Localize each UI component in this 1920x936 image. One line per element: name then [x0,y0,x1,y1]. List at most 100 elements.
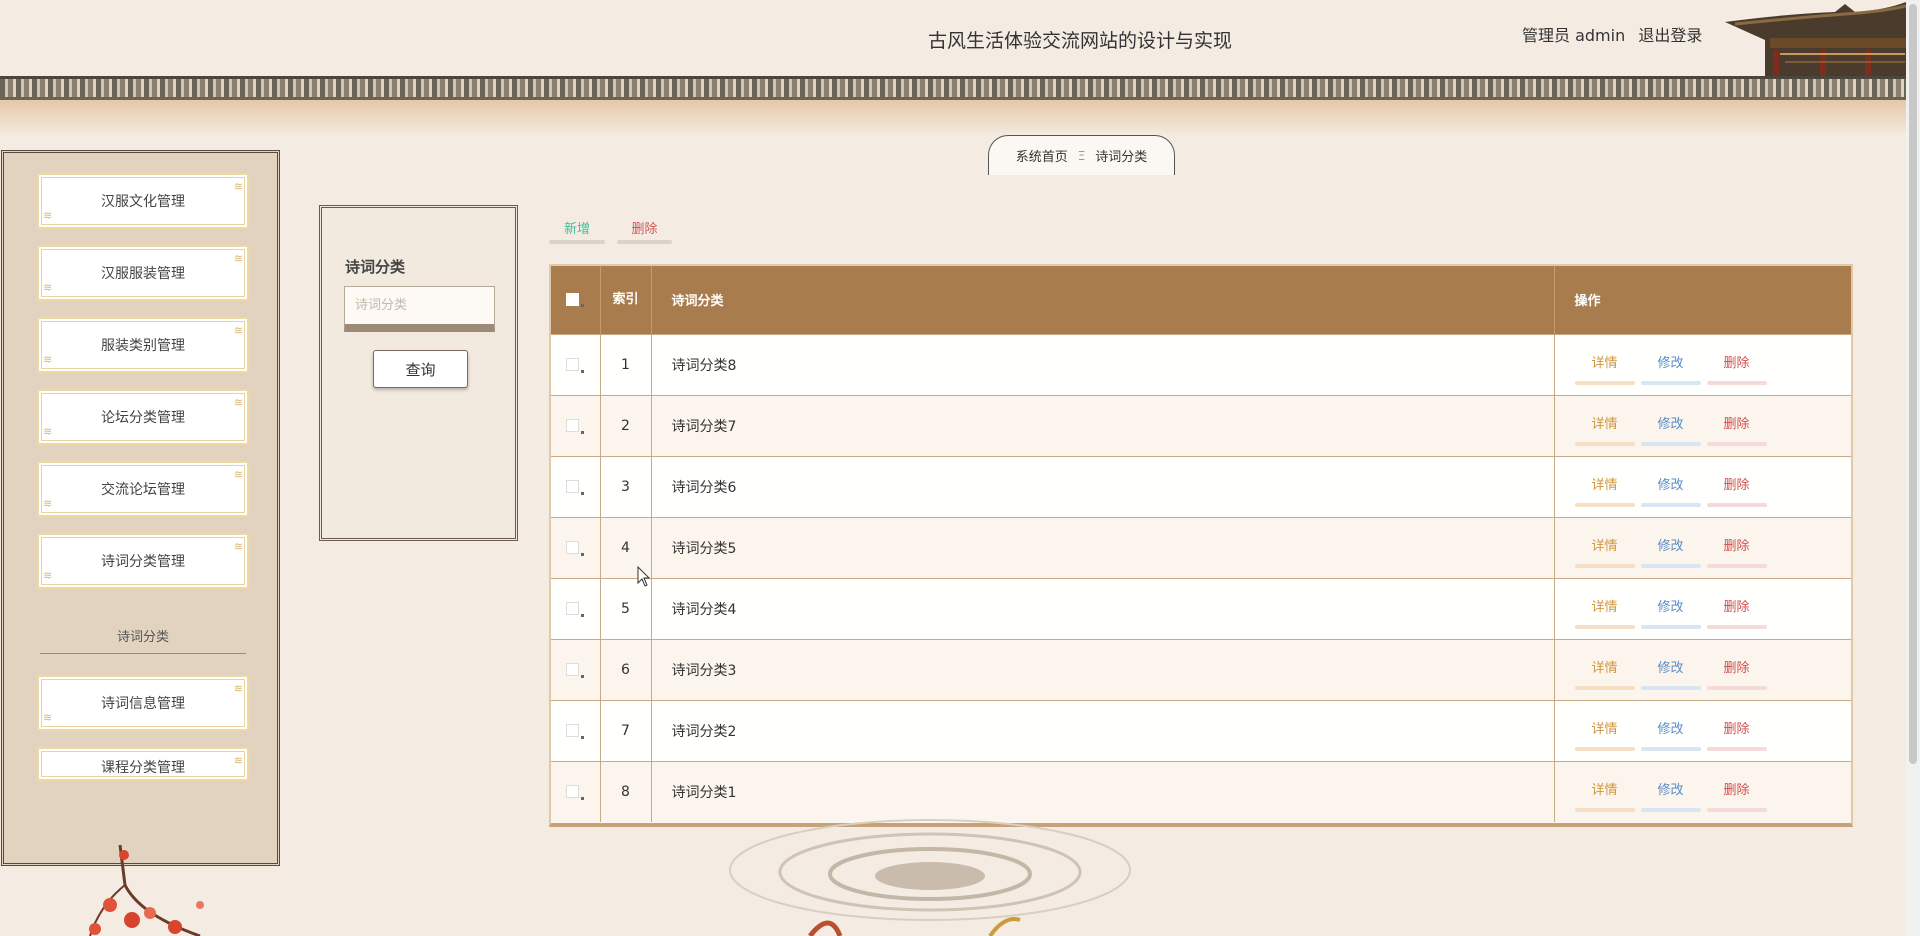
index-column-header: 索引 [600,266,652,334]
delete-button[interactable]: 删除 [1706,413,1767,446]
row-checkbox[interactable] [566,419,580,432]
sidebar-menu[interactable]: ≋ 汉服文化管理 ≋ ≋ 汉服服装管理 ≋ ≋ 服装类别管理 ≋ ≋ 论坛分类管… [1,150,280,866]
detail-button[interactable]: 详情 [1574,352,1635,385]
row-check-cell [551,761,601,822]
detail-button[interactable]: 详情 [1574,657,1635,690]
row-actions: 详情 修改 删除 [1554,578,1851,639]
edit-button[interactable]: 修改 [1640,535,1701,568]
current-user-label: 管理员 admin [1522,26,1626,45]
detail-button[interactable]: 详情 [1574,779,1635,813]
add-button[interactable]: 新增 [549,212,605,244]
dot-icon [581,430,585,434]
row-name: 诗词分类7 [651,395,1555,456]
dot-icon [581,613,585,617]
page-scrollbar[interactable] [1906,0,1920,936]
scrollbar-thumb[interactable] [1909,4,1917,764]
detail-button[interactable]: 详情 [1574,474,1635,507]
sidebar-item-label: 论坛分类管理 [101,410,185,426]
row-checkbox[interactable] [566,358,580,371]
table-row: 1 诗词分类8 详情 修改 删除 [551,334,1851,395]
sidebar-item-hanfu-clothing[interactable]: ≋ 汉服服装管理 ≋ [37,245,249,301]
cloud-swirl-icon: ≋ [43,281,53,294]
sidebar-group-label[interactable]: 诗词分类 [37,626,249,645]
edit-button[interactable]: 修改 [1640,596,1701,629]
sidebar-item-label: 汉服文化管理 [101,194,185,210]
edit-button[interactable]: 修改 [1640,352,1701,385]
edit-button[interactable]: 修改 [1640,718,1701,751]
edit-button[interactable]: 修改 [1640,657,1701,690]
user-box: 管理员 admin 退出登录 [1522,22,1702,46]
detail-button[interactable]: 详情 [1574,535,1635,568]
row-check-cell [551,700,601,761]
detail-button[interactable]: 详情 [1574,596,1635,629]
row-checkbox[interactable] [566,480,580,493]
dot-icon [581,304,585,308]
row-checkbox[interactable] [566,785,580,799]
row-actions: 详情 修改 删除 [1554,700,1851,761]
row-check-cell [551,578,601,639]
table-row: 2 诗词分类7 详情 修改 删除 [551,395,1851,456]
row-index: 1 [600,334,652,395]
row-check-cell [551,456,601,517]
search-input[interactable] [344,286,495,332]
edit-button[interactable]: 修改 [1640,413,1701,446]
dot-icon [581,674,585,678]
row-name: 诗词分类3 [651,639,1555,700]
table-row: 4 诗词分类5 详情 修改 删除 [551,517,1851,578]
sidebar-divider [40,653,246,654]
query-button[interactable]: 查询 [373,350,468,388]
breadcrumb-home-link[interactable]: 系统首页 [1016,146,1068,165]
delete-button[interactable]: 删除 [1706,718,1767,751]
delete-button[interactable]: 删除 [1706,596,1767,629]
row-index: 3 [600,456,652,517]
sidebar-item-label: 交流论坛管理 [101,482,185,498]
sidebar-item-course-category[interactable]: ≋ 课程分类管理 [37,747,249,781]
delete-button[interactable]: 删除 [1706,352,1767,385]
batch-delete-button[interactable]: 删除 [617,212,672,244]
row-check-cell [551,395,601,456]
great-wall-border-decoration [0,76,1906,100]
ink-wash-band [0,100,1906,136]
cloud-swirl-icon: ≋ [233,540,243,553]
row-check-cell [551,334,601,395]
mouse-cursor-icon [637,566,651,587]
sidebar-item-forum-category[interactable]: ≋ 论坛分类管理 ≋ [37,389,249,445]
sidebar-item-clothing-category[interactable]: ≋ 服装类别管理 ≋ [37,317,249,373]
sidebar-item-poetry-info[interactable]: ≋ 诗词信息管理 ≋ [37,675,249,731]
table-row: 5 诗词分类4 详情 修改 删除 [551,578,1851,639]
site-header: 古风生活体验交流网站的设计与实现 管理员 admin 退出登录 [0,0,1906,80]
sidebar-item-poetry-category[interactable]: ≋ 诗词分类管理 ≋ [37,533,249,589]
delete-button[interactable]: 删除 [1706,657,1767,690]
delete-button[interactable]: 删除 [1706,535,1767,568]
edit-button[interactable]: 修改 [1640,474,1701,507]
select-all-checkbox[interactable] [566,293,580,307]
cloud-swirl-icon: ≋ [43,497,53,510]
sidebar-item-label: 诗词分类管理 [101,554,185,570]
cloud-swirl-icon: ≋ [233,396,243,409]
table-row: 7 诗词分类2 详情 修改 删除 [551,700,1851,761]
cloud-swirl-icon: ≋ [233,754,243,767]
row-checkbox[interactable] [566,724,580,737]
detail-button[interactable]: 详情 [1574,413,1635,446]
poetry-category-table: 索引 诗词分类 操作 1 诗词分类8 详情 修改 删除 2 诗词分类7 详情 修改 删除 [549,264,1853,827]
row-checkbox[interactable] [566,602,580,615]
row-check-cell [551,517,601,578]
cloud-swirl-icon: ≋ [233,324,243,337]
sidebar-item-hanfu-culture[interactable]: ≋ 汉服文化管理 ≋ [37,173,249,229]
row-name: 诗词分类2 [651,700,1555,761]
logout-link[interactable]: 退出登录 [1638,26,1702,45]
sidebar-item-forum[interactable]: ≋ 交流论坛管理 ≋ [37,461,249,517]
select-all-header [551,266,601,334]
row-name: 诗词分类8 [651,334,1555,395]
row-checkbox[interactable] [566,541,580,554]
row-check-cell [551,639,601,700]
row-checkbox[interactable] [566,663,580,676]
water-ripple-decoration [729,819,1131,936]
edit-button[interactable]: 修改 [1640,779,1701,813]
name-column-header: 诗词分类 [651,266,1555,334]
delete-button[interactable]: 删除 [1706,779,1767,813]
row-actions: 详情 修改 删除 [1554,334,1851,395]
delete-button[interactable]: 删除 [1706,474,1767,507]
sidebar-item-label: 课程分类管理 [101,760,185,776]
detail-button[interactable]: 详情 [1574,718,1635,751]
